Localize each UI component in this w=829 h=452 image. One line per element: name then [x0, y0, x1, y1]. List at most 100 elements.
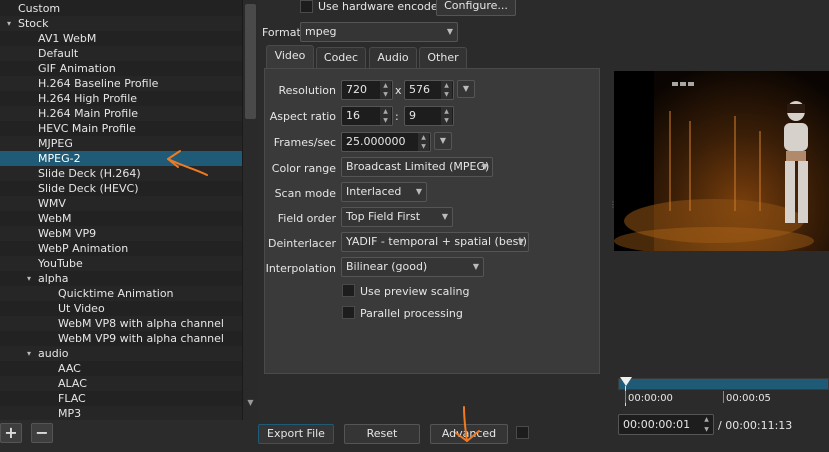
current-time-spinbox[interactable]: 00:00:00:01 ▲ ▼ — [618, 414, 714, 435]
preset-item[interactable]: YouTube — [0, 256, 242, 271]
parallel-processing-checkbox[interactable] — [342, 306, 355, 319]
spin-up-icon[interactable]: ▲ — [380, 107, 391, 116]
preset-item-label: Default — [38, 47, 79, 60]
preset-item[interactable]: GIF Animation — [0, 61, 242, 76]
preset-item-label: Stock — [18, 17, 49, 30]
tab-video[interactable]: Video — [266, 45, 314, 68]
height-spinbox[interactable]: 576 ▲ ▼ — [404, 80, 454, 100]
hardware-encoder-checkbox[interactable] — [300, 0, 313, 13]
expand-arrow-icon[interactable]: ▾ — [4, 16, 14, 31]
field-order-label: Field order — [277, 212, 336, 225]
preset-item[interactable]: H.264 Main Profile — [0, 106, 242, 121]
preset-item[interactable]: WebM VP8 with alpha channel — [0, 316, 242, 331]
preset-item-label: H.264 Baseline Profile — [38, 77, 159, 90]
tab-audio[interactable]: Audio — [369, 47, 417, 68]
format-select[interactable]: mpeg ▼ — [300, 22, 458, 42]
preset-tree-scrollbar[interactable]: ▼ — [242, 0, 258, 420]
fps-preset-dropdown[interactable]: ▼ — [434, 132, 452, 150]
preset-item[interactable]: WebM — [0, 211, 242, 226]
scrollbar-thumb[interactable] — [245, 4, 256, 119]
preset-item[interactable]: MPEG-2 — [0, 151, 242, 166]
preset-tree[interactable]: Custom ▾ Stock AV1 WebM Default GIF Animation… — [0, 0, 258, 420]
field-order-select[interactable]: Top Field First ▼ — [341, 207, 453, 227]
preset-item-label: Ut Video — [58, 302, 105, 315]
preset-item-label: WebM VP9 with alpha channel — [58, 332, 224, 345]
preset-item[interactable]: WebP Animation — [0, 241, 242, 256]
preset-item-label: MJPEG — [38, 137, 73, 150]
export-file-button[interactable]: Export File — [258, 424, 334, 444]
advanced-checkbox[interactable] — [516, 426, 529, 439]
preset-item[interactable]: AV1 WebM — [0, 31, 242, 46]
preset-item[interactable]: WebM VP9 — [0, 226, 242, 241]
spin-up-icon[interactable]: ▲ — [380, 81, 391, 90]
preset-item[interactable]: Slide Deck (H.264) — [0, 166, 242, 181]
preset-item[interactable]: WMV — [0, 196, 242, 211]
preset-item[interactable]: Quicktime Animation — [0, 286, 242, 301]
spin-down-icon[interactable]: ▼ — [380, 90, 391, 99]
total-duration: / 00:00:11:13 — [718, 419, 793, 432]
interpolation-select[interactable]: Bilinear (good) ▼ — [341, 257, 484, 277]
spin-up-icon[interactable]: ▲ — [418, 133, 429, 142]
remove-preset-button[interactable]: − — [31, 423, 53, 443]
configure-button[interactable]: Configure... — [436, 0, 516, 16]
timeline-bar[interactable] — [618, 378, 829, 390]
preview-scaling-checkbox[interactable] — [342, 284, 355, 297]
deinterlacer-select[interactable]: YADIF - temporal + spatial (best) ▼ — [341, 232, 529, 252]
aspect-height-spinbox[interactable]: 9 ▲ ▼ — [404, 106, 454, 126]
spin-up-icon[interactable]: ▲ — [701, 415, 712, 424]
preset-item[interactable]: ▾ Stock — [0, 16, 242, 31]
preset-item[interactable]: WebM VP9 with alpha channel — [0, 331, 242, 346]
scan-mode-select[interactable]: Interlaced ▼ — [341, 182, 427, 202]
preset-item[interactable]: Ut Video — [0, 301, 242, 316]
preset-item-label: AAC — [58, 362, 81, 375]
resolution-separator: x — [395, 84, 402, 97]
add-preset-button[interactable]: + — [0, 423, 22, 443]
preset-item[interactable]: ▾ audio — [0, 346, 242, 361]
preset-item-label: WebM — [38, 212, 72, 225]
spin-down-icon[interactable]: ▼ — [380, 116, 391, 125]
scroll-down-icon[interactable]: ▼ — [245, 397, 256, 408]
width-spinbox[interactable]: 720 ▲ ▼ — [341, 80, 393, 100]
resolution-preset-dropdown[interactable]: ▼ — [457, 80, 475, 98]
preset-item[interactable]: MP3 — [0, 406, 242, 420]
parallel-processing-label: Parallel processing — [360, 307, 463, 320]
preset-item[interactable]: ▾ alpha — [0, 271, 242, 286]
chevron-down-icon: ▼ — [441, 212, 448, 221]
splitter-handle-icon[interactable]: ⋮ — [609, 200, 617, 214]
color-range-label: Color range — [271, 162, 336, 175]
preset-item[interactable]: MJPEG — [0, 136, 242, 151]
deinterlacer-value: YADIF - temporal + spatial (best) — [346, 235, 527, 248]
preview-frame-image — [614, 71, 829, 251]
preset-item[interactable]: AAC — [0, 361, 242, 376]
tab-other[interactable]: Other — [419, 47, 467, 68]
spin-down-icon[interactable]: ▼ — [441, 90, 452, 99]
preset-item[interactable]: ALAC — [0, 376, 242, 391]
chevron-down-icon: ▼ — [517, 237, 524, 246]
preset-item[interactable]: Default — [0, 46, 242, 61]
preset-item[interactable]: FLAC — [0, 391, 242, 406]
spin-down-icon[interactable]: ▼ — [441, 116, 452, 125]
chevron-down-icon: ▼ — [446, 27, 453, 36]
reset-button[interactable]: Reset — [344, 424, 420, 444]
aspect-width-spinbox[interactable]: 16 ▲ ▼ — [341, 106, 393, 126]
expand-arrow-icon[interactable]: ▾ — [24, 271, 34, 286]
preset-item[interactable]: H.264 Baseline Profile — [0, 76, 242, 91]
preset-item-label: WebM VP8 with alpha channel — [58, 317, 224, 330]
fps-spinbox[interactable]: 25.000000 ▲ ▼ — [341, 132, 431, 152]
preset-item[interactable]: Custom — [0, 1, 242, 16]
preset-item[interactable]: HEVC Main Profile — [0, 121, 242, 136]
playhead-icon[interactable] — [620, 377, 632, 386]
spin-up-icon[interactable]: ▲ — [441, 107, 452, 116]
advanced-button[interactable]: Advanced — [430, 424, 508, 444]
field-order-value: Top Field First — [346, 210, 421, 223]
spin-down-icon[interactable]: ▼ — [701, 425, 712, 434]
spin-up-icon[interactable]: ▲ — [441, 81, 452, 90]
color-range-value: Broadcast Limited (MPEG) — [346, 160, 490, 173]
preset-item-label: audio — [38, 347, 69, 360]
preset-item[interactable]: H.264 High Profile — [0, 91, 242, 106]
preset-item[interactable]: Slide Deck (HEVC) — [0, 181, 242, 196]
spin-down-icon[interactable]: ▼ — [418, 142, 429, 151]
tab-codec[interactable]: Codec — [316, 47, 366, 68]
expand-arrow-icon[interactable]: ▾ — [24, 346, 34, 361]
color-range-select[interactable]: Broadcast Limited (MPEG) ▼ — [341, 157, 493, 177]
